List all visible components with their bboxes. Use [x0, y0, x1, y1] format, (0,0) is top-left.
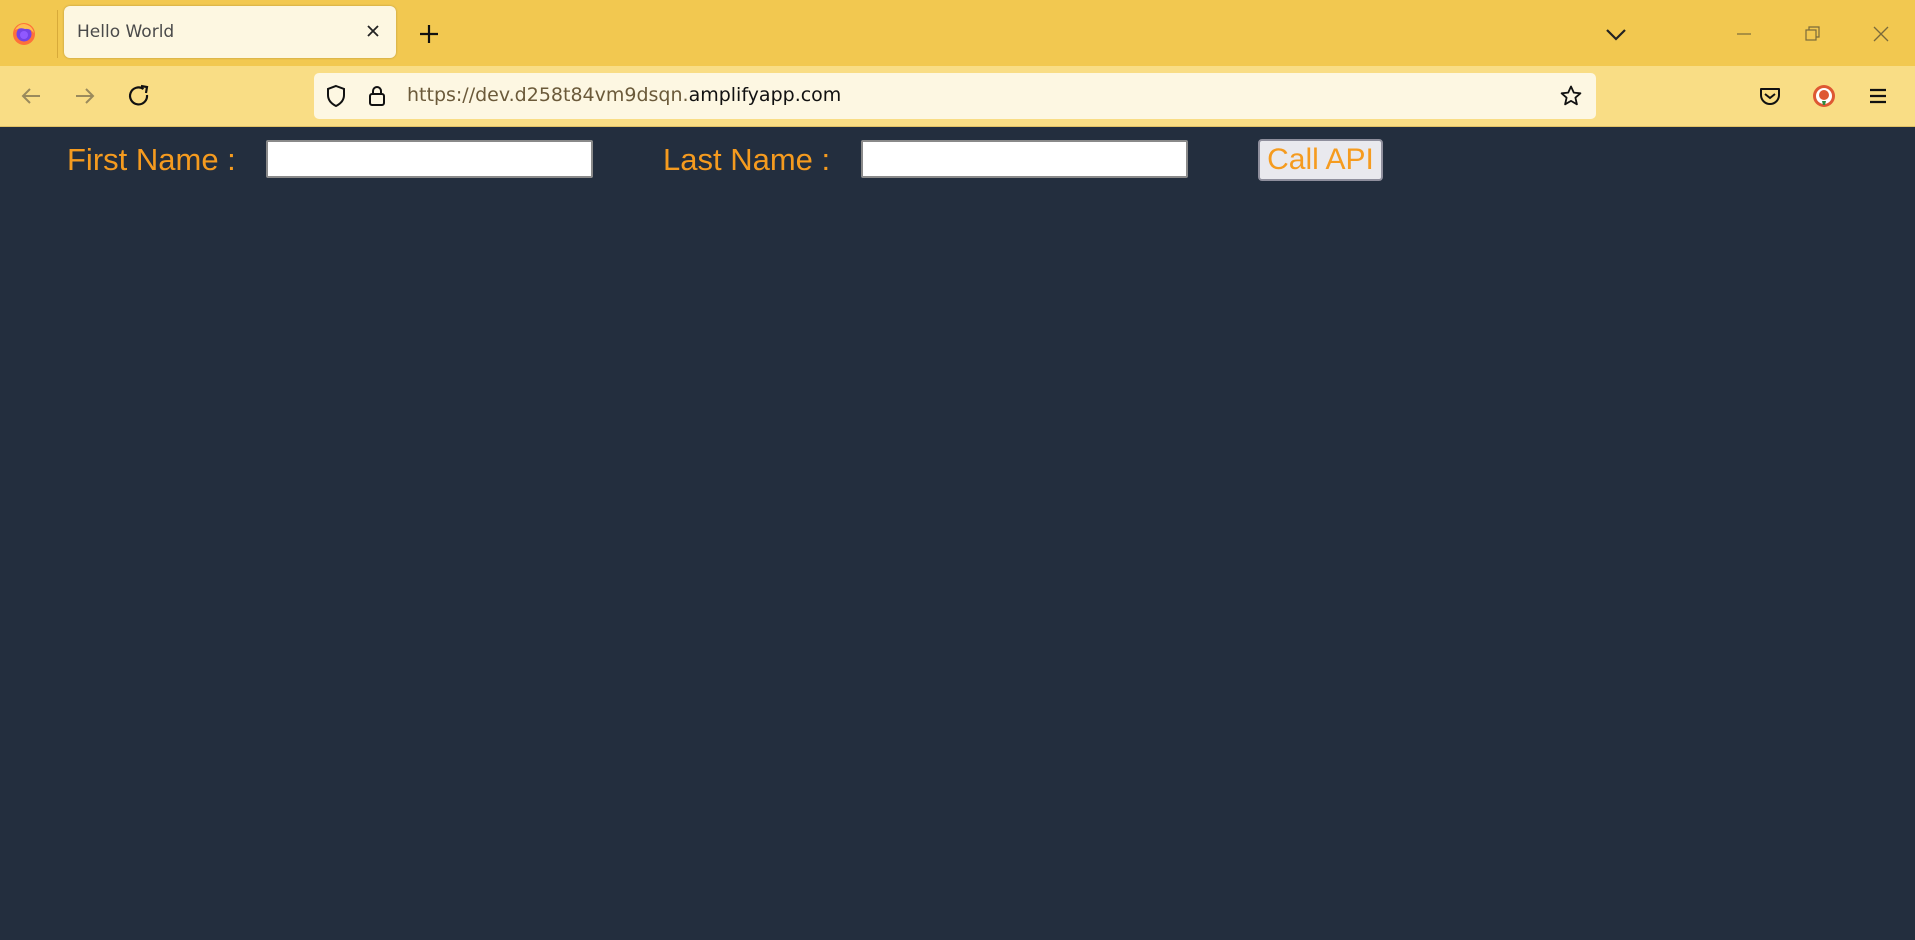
minimize-icon[interactable]	[1728, 18, 1760, 50]
last-name-input[interactable]	[861, 140, 1188, 178]
url-prefix: https://dev.d258t84vm9dsqn.	[407, 84, 689, 106]
close-window-icon[interactable]	[1865, 18, 1897, 50]
new-tab-plus-icon[interactable]	[413, 18, 445, 50]
page-content: First Name : Last Name : Call API	[0, 127, 1915, 940]
reload-icon[interactable]	[123, 80, 155, 112]
back-arrow-icon[interactable]	[15, 80, 47, 112]
list-all-tabs-chevron-icon[interactable]	[1602, 20, 1630, 48]
tab-active[interactable]: Hello World	[64, 6, 396, 58]
forward-arrow-icon[interactable]	[69, 80, 101, 112]
call-api-button[interactable]: Call API	[1258, 139, 1383, 181]
tab-separator	[57, 10, 58, 58]
duckduckgo-extension-icon[interactable]	[1808, 80, 1840, 112]
first-name-input[interactable]	[266, 140, 593, 178]
tab-title: Hello World	[77, 22, 175, 42]
url-text[interactable]: https://dev.d258t84vm9dsqn.amplifyapp.co…	[407, 84, 841, 106]
tracking-protection-shield-icon[interactable]	[324, 84, 348, 108]
bookmark-star-icon[interactable]	[1559, 84, 1583, 108]
url-host: amplifyapp.com	[688, 84, 842, 106]
address-bar[interactable]: https://dev.d258t84vm9dsqn.amplifyapp.co…	[314, 73, 1596, 119]
restore-icon[interactable]	[1796, 18, 1828, 50]
navigation-toolbar: https://dev.d258t84vm9dsqn.amplifyapp.co…	[0, 66, 1915, 127]
firefox-logo-icon[interactable]	[12, 22, 36, 46]
last-name-label: Last Name :	[663, 142, 831, 177]
pocket-icon[interactable]	[1754, 80, 1786, 112]
close-tab-icon[interactable]	[360, 18, 386, 44]
first-name-label: First Name :	[67, 142, 236, 177]
hamburger-menu-icon[interactable]	[1862, 80, 1894, 112]
tab-strip: Hello World	[0, 0, 1915, 66]
lock-icon[interactable]	[365, 84, 389, 108]
